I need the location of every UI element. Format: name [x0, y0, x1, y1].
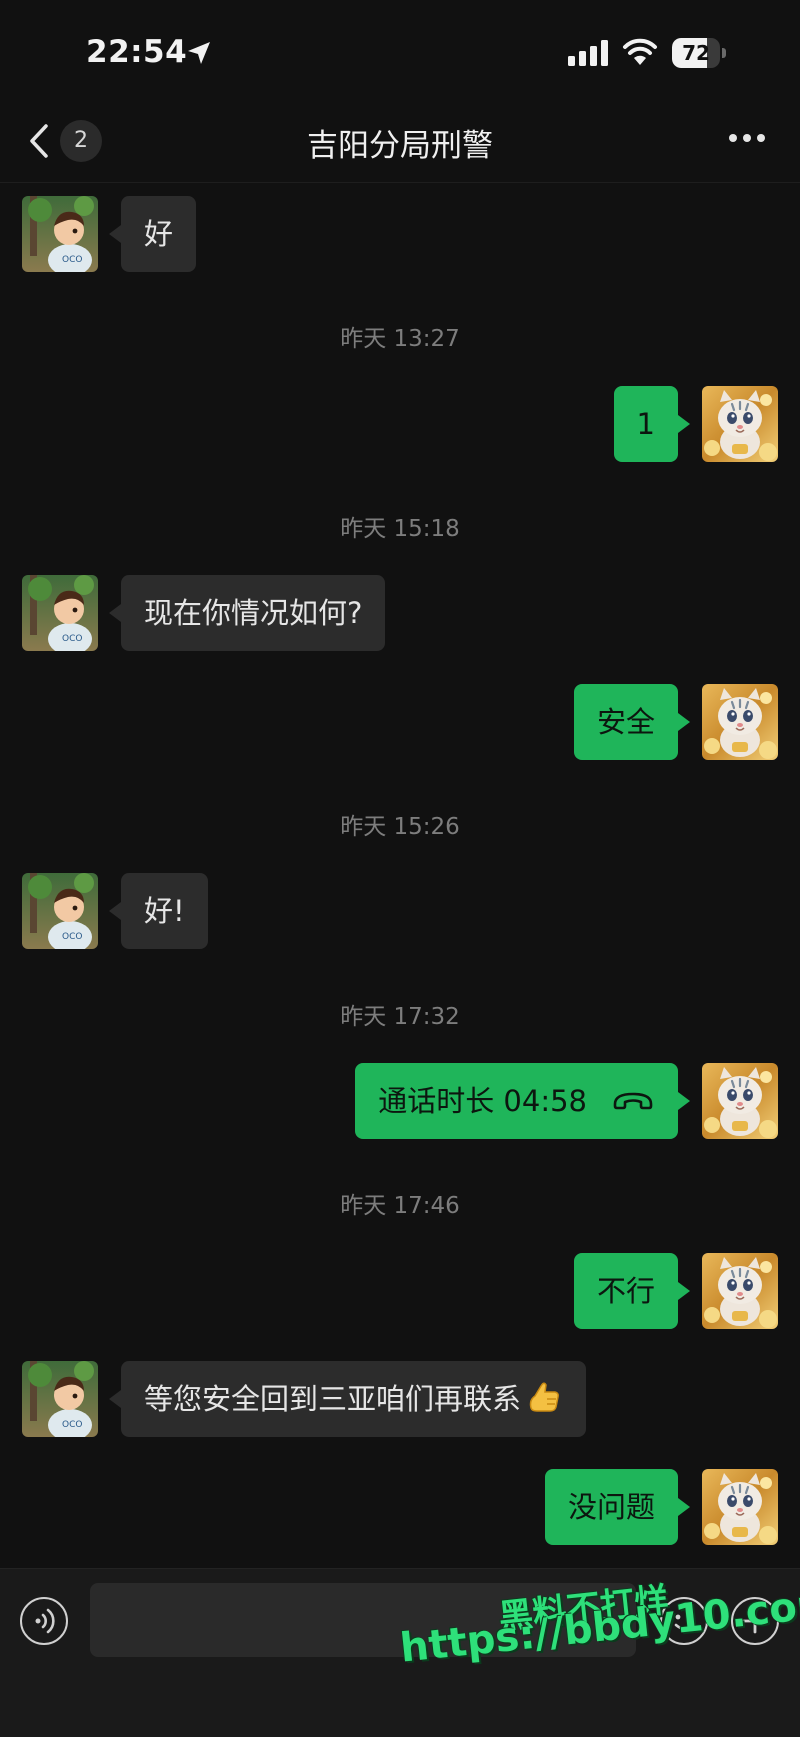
- voice-icon: [35, 1608, 55, 1634]
- my-avatar[interactable]: [702, 1063, 778, 1139]
- message-timestamp: 昨天 15:26: [340, 814, 460, 840]
- location-arrow-icon: [188, 42, 210, 64]
- my-avatar[interactable]: [702, 1469, 778, 1545]
- voice-input-button[interactable]: [20, 1597, 68, 1645]
- message-timestamp: 昨天 13:27: [340, 326, 460, 352]
- contact-avatar[interactable]: [22, 575, 98, 651]
- message-bubble-incoming[interactable]: 等您安全回到三亚咱们再联系: [108, 1361, 587, 1437]
- call-record-bubble[interactable]: 通话时长 04:58: [355, 1063, 690, 1139]
- contact-avatar[interactable]: [22, 873, 98, 949]
- cellular-signal-icon: [568, 40, 608, 66]
- message-bubble-incoming[interactable]: 现在你情况如何?: [108, 575, 386, 651]
- status-bar: 22:54 72: [0, 0, 800, 100]
- message-bubble-outgoing[interactable]: 安全: [573, 684, 691, 760]
- phone-hangup-icon: [613, 1092, 653, 1110]
- message-bubble-outgoing[interactable]: 没问题: [544, 1469, 691, 1545]
- chat-title: 吉阳分局刑警: [307, 128, 493, 164]
- chat-header: 2 吉阳分局刑警: [0, 100, 800, 183]
- wifi-icon: [623, 38, 657, 65]
- battery-level: 72: [682, 41, 710, 65]
- my-avatar[interactable]: [702, 386, 778, 462]
- message-timestamp: 昨天 17:46: [340, 1193, 460, 1219]
- status-time: 22:54: [86, 34, 188, 70]
- message-bubble-incoming[interactable]: 好: [108, 196, 197, 272]
- message-timestamp: 昨天 15:18: [340, 516, 460, 542]
- more-options-icon[interactable]: [728, 132, 766, 144]
- call-duration-text: 通话时长 04:58: [378, 1084, 587, 1118]
- message-bubble-outgoing[interactable]: 1: [613, 386, 691, 462]
- message-list[interactable]: 好 昨天 13:27 1 昨天 15:18 现在你情况如何? 安全 昨天 15:…: [0, 183, 800, 1568]
- message-bubble-outgoing[interactable]: 不行: [573, 1253, 691, 1329]
- contact-avatar[interactable]: [22, 1361, 98, 1437]
- my-avatar[interactable]: [702, 1253, 778, 1329]
- battery-indicator: 72: [672, 38, 726, 68]
- message-timestamp: 昨天 17:32: [340, 1004, 460, 1030]
- contact-avatar[interactable]: [22, 196, 98, 272]
- my-avatar[interactable]: [702, 684, 778, 760]
- message-bubble-incoming[interactable]: 好!: [109, 873, 208, 949]
- message-text: 等您安全回到三亚咱们再联系: [144, 1382, 522, 1416]
- thumbs-up-icon: [529, 1382, 559, 1412]
